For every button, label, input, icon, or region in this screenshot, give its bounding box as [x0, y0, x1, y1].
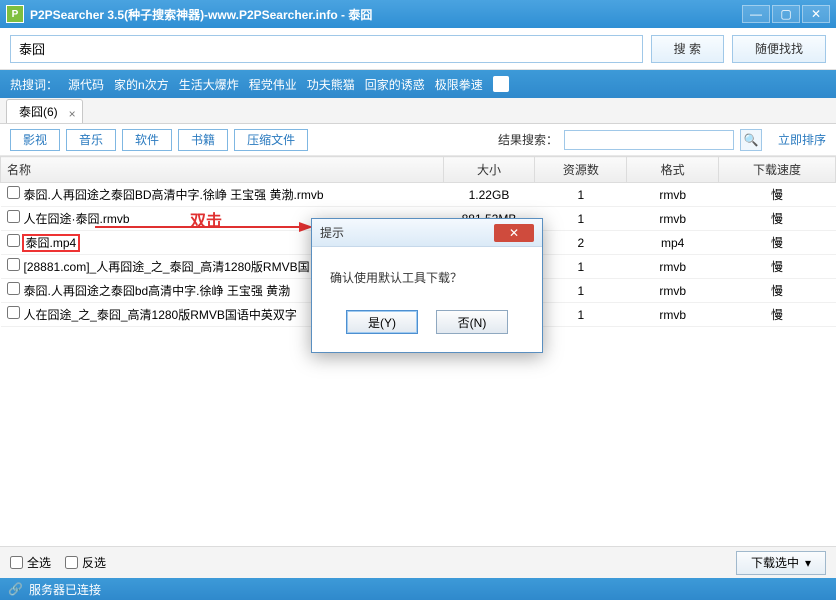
confirm-dialog: 提示 ✕ 确认使用默认工具下载？ 是(Y) 否(N): [311, 218, 543, 353]
invert-checkbox[interactable]: 反选: [65, 554, 106, 571]
row-name: 人在囧途·泰囧.rmvb: [24, 212, 130, 226]
row-speed: 慢: [719, 303, 836, 327]
hotword-link[interactable]: 生活大爆炸: [179, 76, 239, 93]
row-speed: 慢: [719, 231, 836, 255]
row-fmt: rmvb: [627, 303, 719, 327]
row-fmt: rmvb: [627, 255, 719, 279]
result-search-input[interactable]: [564, 130, 734, 150]
chevron-down-icon: ▾: [805, 556, 811, 570]
hotword-link[interactable]: 功夫熊猫: [307, 76, 355, 93]
dialog-message: 确认使用默认工具下载？: [312, 247, 542, 300]
row-size: 1.22GB: [443, 183, 535, 207]
tab-close-icon[interactable]: ×: [69, 102, 76, 126]
row-speed: 慢: [719, 183, 836, 207]
row-name: 泰囧.人再囧途之泰囧BD高清中字.徐峥 王宝强 黄渤.rmvb: [24, 188, 324, 202]
row-res: 1: [535, 207, 627, 231]
dialog-no-button[interactable]: 否(N): [436, 310, 508, 334]
filter-bar: 影视 音乐 软件 书籍 压缩文件 结果搜索： 🔍 立即排序: [0, 124, 836, 156]
filter-archive[interactable]: 压缩文件: [234, 129, 308, 151]
tab-label: 泰囧(6): [19, 105, 58, 119]
row-fmt: mp4: [627, 231, 719, 255]
hotword-link[interactable]: 程党伟业: [249, 76, 297, 93]
col-format[interactable]: 格式: [627, 157, 719, 183]
row-speed: 慢: [719, 207, 836, 231]
row-fmt: rmvb: [627, 207, 719, 231]
search-button[interactable]: 搜 索: [651, 35, 724, 63]
result-tab[interactable]: 泰囧(6) ×: [6, 99, 83, 123]
row-name: 泰囧.人再囧途之泰囧bd高清中字.徐峥 王宝强 黄渤: [24, 284, 291, 298]
filter-software[interactable]: 软件: [122, 129, 172, 151]
row-checkbox[interactable]: [7, 258, 20, 271]
link-icon: 🔗: [8, 582, 23, 596]
row-speed: 慢: [719, 255, 836, 279]
close-button[interactable]: ✕: [802, 5, 830, 23]
hotwords-strip: 热搜词： 源代码 家的n次方 生活大爆炸 程党伟业 功夫熊猫 回家的诱惑 极限拳…: [0, 70, 836, 98]
search-input[interactable]: [10, 35, 643, 63]
tab-strip: 泰囧(6) ×: [0, 98, 836, 124]
row-checkbox[interactable]: [7, 234, 20, 247]
row-checkbox[interactable]: [7, 306, 20, 319]
row-fmt: rmvb: [627, 183, 719, 207]
row-res: 1: [535, 183, 627, 207]
window-title: P2PSearcher 3.5(种子搜索神器)-www.P2PSearcher.…: [30, 6, 742, 23]
table-row[interactable]: 泰囧.人再囧途之泰囧BD高清中字.徐峥 王宝强 黄渤.rmvb 1.22GB1rm…: [1, 183, 836, 207]
hotword-link[interactable]: 源代码: [68, 76, 104, 93]
filter-video[interactable]: 影视: [10, 129, 60, 151]
dialog-close-button[interactable]: ✕: [494, 224, 534, 242]
row-name: [28881.com]_人再囧途_之_泰囧_高清1280版RMVB国: [24, 260, 310, 274]
download-selected-button[interactable]: 下载选中 ▾: [736, 551, 826, 575]
minimize-button[interactable]: —: [742, 5, 770, 23]
row-name: 人在囧途_之_泰囧_高清1280版RMVB国语中英双字: [24, 308, 297, 322]
row-res: 1: [535, 279, 627, 303]
hotword-link[interactable]: 回家的诱惑: [365, 76, 425, 93]
result-search-label: 结果搜索：: [498, 131, 558, 148]
row-fmt: rmvb: [627, 279, 719, 303]
result-search-button[interactable]: 🔍: [740, 129, 762, 151]
col-size[interactable]: 大小: [443, 157, 535, 183]
refresh-icon[interactable]: [493, 76, 509, 92]
status-bar: 🔗 服务器已连接: [0, 578, 836, 600]
maximize-button[interactable]: ▢: [772, 5, 800, 23]
filter-book[interactable]: 书籍: [178, 129, 228, 151]
row-checkbox[interactable]: [7, 186, 20, 199]
col-name[interactable]: 名称: [1, 157, 444, 183]
dialog-titlebar[interactable]: 提示 ✕: [312, 219, 542, 247]
bottom-bar: 全选 反选 下载选中 ▾: [0, 546, 836, 578]
hotwords-label: 热搜词：: [10, 76, 58, 93]
search-bar: 搜 索 随便找找: [0, 28, 836, 70]
col-resources[interactable]: 资源数: [535, 157, 627, 183]
hotword-link[interactable]: 极限拳速: [435, 76, 483, 93]
col-speed[interactable]: 下载速度: [719, 157, 836, 183]
row-res: 2: [535, 231, 627, 255]
titlebar: P P2PSearcher 3.5(种子搜索神器)-www.P2PSearche…: [0, 0, 836, 28]
hotword-link[interactable]: 家的n次方: [114, 76, 169, 93]
row-speed: 慢: [719, 279, 836, 303]
status-text: 服务器已连接: [29, 581, 101, 598]
row-checkbox[interactable]: [7, 282, 20, 295]
select-all-checkbox[interactable]: 全选: [10, 554, 51, 571]
filter-music[interactable]: 音乐: [66, 129, 116, 151]
row-checkbox[interactable]: [7, 210, 20, 223]
app-logo: P: [6, 5, 24, 23]
sort-link[interactable]: 立即排序: [778, 131, 826, 148]
random-button[interactable]: 随便找找: [732, 35, 826, 63]
row-name: 泰囧.mp4: [24, 236, 79, 250]
dialog-title: 提示: [320, 224, 494, 241]
dialog-yes-button[interactable]: 是(Y): [346, 310, 418, 334]
row-res: 1: [535, 255, 627, 279]
row-res: 1: [535, 303, 627, 327]
